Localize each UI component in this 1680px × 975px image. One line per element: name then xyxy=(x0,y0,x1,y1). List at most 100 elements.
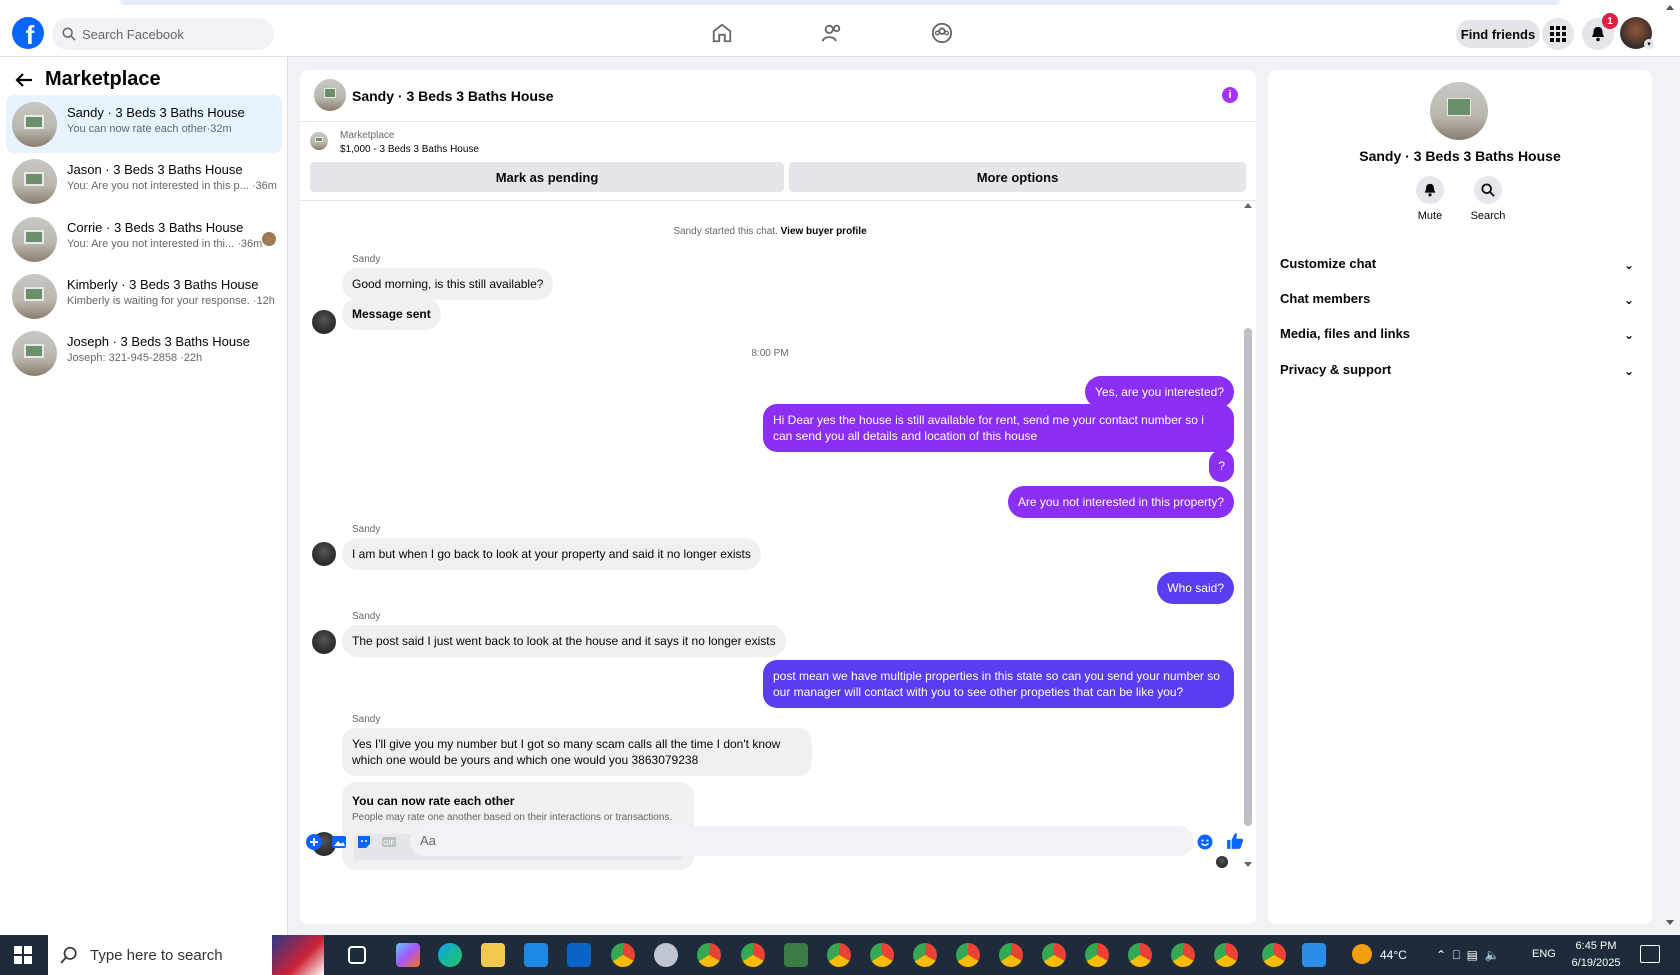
media-files-links-row[interactable]: Media, files and links ⌄ xyxy=(1280,326,1640,352)
windows-start-icon[interactable] xyxy=(14,946,32,964)
home-icon[interactable] xyxy=(710,22,734,44)
message-outgoing[interactable]: Hi Dear yes the house is still available… xyxy=(763,404,1234,452)
system-tray-icons[interactable]: ⌃ ⎕ ▤ 🔈 xyxy=(1436,948,1500,963)
chrome-icon[interactable] xyxy=(956,943,980,967)
mark-pending-button[interactable]: Mark as pending xyxy=(310,162,784,192)
message-composer[interactable] xyxy=(410,826,1194,856)
conversation-preview: You: Are you not interested in thi... ·3… xyxy=(67,238,263,250)
sender-avatar[interactable] xyxy=(312,630,336,654)
language-indicator[interactable]: ENG xyxy=(1532,948,1556,960)
chat-avatar[interactable] xyxy=(314,79,346,111)
chrome-icon[interactable] xyxy=(999,943,1023,967)
photo-icon[interactable] xyxy=(331,834,347,850)
messages-divider xyxy=(300,200,1256,201)
spreadsheet-icon[interactable] xyxy=(784,943,808,967)
conversation-name: Corrie · 3 Beds 3 Baths House xyxy=(67,220,244,235)
outlook-icon[interactable] xyxy=(567,943,591,967)
conversation-item-jason[interactable]: Jason · 3 Beds 3 Baths House You: Are yo… xyxy=(6,152,282,210)
thumbs-up-icon[interactable] xyxy=(1226,832,1244,850)
message-incoming[interactable]: Message sent xyxy=(342,298,441,330)
conversation-name: Jason · 3 Beds 3 Baths House xyxy=(67,162,243,177)
message-outgoing[interactable]: Who said? xyxy=(1157,572,1234,604)
more-options-button[interactable]: More options xyxy=(789,162,1246,192)
app-icon[interactable] xyxy=(654,943,678,967)
sticker-icon[interactable] xyxy=(356,834,372,850)
chrome-icon[interactable] xyxy=(1128,943,1152,967)
read-receipt-avatar xyxy=(1216,856,1228,868)
back-arrow-icon[interactable] xyxy=(14,70,36,92)
notification-center-icon[interactable] xyxy=(1640,945,1660,963)
conversation-item-sandy[interactable]: Sandy · 3 Beds 3 Baths House You can now… xyxy=(6,95,282,153)
page-scrollbar[interactable] xyxy=(1660,0,1680,935)
search-icon xyxy=(60,946,77,964)
message-incoming[interactable]: Yes I'll give you my number but I got so… xyxy=(342,728,812,776)
search-icon xyxy=(1474,176,1502,204)
sender-name: Sandy xyxy=(352,254,381,265)
chrome-icon[interactable] xyxy=(611,943,635,967)
facebook-logo-icon[interactable]: f xyxy=(12,17,44,49)
chat-scrollbar-thumb[interactable] xyxy=(1244,328,1252,826)
chrome-icon[interactable] xyxy=(1214,943,1238,967)
microsoft-store-icon[interactable] xyxy=(524,943,548,967)
message-incoming[interactable]: Good morning, is this still available? xyxy=(342,268,554,300)
weather-icon[interactable] xyxy=(1352,944,1372,964)
chrome-icon[interactable] xyxy=(827,943,851,967)
search-highlight-image[interactable] xyxy=(272,935,324,975)
chrome-icon[interactable] xyxy=(1085,943,1109,967)
chevron-down-icon: ⌄ xyxy=(1623,364,1634,378)
message-outgoing[interactable]: ? xyxy=(1209,450,1234,482)
chrome-icon[interactable] xyxy=(1042,943,1066,967)
customize-chat-row[interactable]: Customize chat ⌄ xyxy=(1280,256,1640,282)
emoji-icon[interactable] xyxy=(1197,834,1213,850)
search-chat-button[interactable]: Search xyxy=(1458,176,1518,222)
groups-icon[interactable] xyxy=(930,22,954,44)
chrome-icon[interactable] xyxy=(741,943,765,967)
search-input[interactable] xyxy=(82,26,262,42)
chevron-down-icon[interactable]: ▾ xyxy=(1644,39,1654,49)
sender-avatar[interactable] xyxy=(312,542,336,566)
friends-icon[interactable] xyxy=(820,22,844,44)
chrome-icon[interactable] xyxy=(870,943,894,967)
chat-members-row[interactable]: Chat members ⌄ xyxy=(1280,291,1640,317)
info-icon[interactable]: i xyxy=(1222,87,1238,103)
privacy-support-row[interactable]: Privacy & support ⌄ xyxy=(1280,362,1640,388)
taskbar-search[interactable]: Type here to search xyxy=(48,935,272,975)
mute-button[interactable]: Mute xyxy=(1400,176,1460,222)
view-buyer-profile-link[interactable]: View buyer profile xyxy=(781,226,867,237)
message-incoming[interactable]: The post said I just went back to look a… xyxy=(342,625,786,657)
sender-avatar[interactable] xyxy=(312,310,336,334)
app-icon[interactable] xyxy=(1302,943,1326,967)
conversation-item-joseph[interactable]: Joseph · 3 Beds 3 Baths House Joseph: 32… xyxy=(6,324,282,382)
chat-title[interactable]: Sandy · 3 Beds 3 Baths House xyxy=(352,88,554,104)
chat-details-panel: Sandy · 3 Beds 3 Baths House Mute Search… xyxy=(1268,70,1652,924)
gif-icon[interactable]: GIF xyxy=(381,834,397,850)
listing-price[interactable]: $1,000 - 3 Beds 3 Baths House xyxy=(340,144,479,155)
chat-started-text: Sandy started this chat. xyxy=(673,226,778,237)
search-bar[interactable] xyxy=(52,18,274,50)
edge-icon[interactable] xyxy=(438,943,462,967)
message-incoming[interactable]: I am but when I go back to look at your … xyxy=(342,538,761,570)
sidebar-title: Marketplace xyxy=(45,68,161,90)
listing-thumbnail xyxy=(12,217,57,262)
conversation-item-kimberly[interactable]: Kimberly · 3 Beds 3 Baths House Kimberly… xyxy=(6,267,282,325)
copilot-icon[interactable] xyxy=(396,943,420,967)
chrome-icon[interactable] xyxy=(697,943,721,967)
message-outgoing[interactable]: post mean we have multiple properties in… xyxy=(763,660,1234,708)
rate-card-title: You can now rate each other xyxy=(352,794,515,808)
task-view-icon[interactable] xyxy=(348,946,366,964)
menu-button[interactable] xyxy=(1542,18,1574,50)
weather-temperature[interactable]: 44°C xyxy=(1380,948,1407,962)
file-explorer-icon[interactable] xyxy=(481,943,505,967)
chrome-icon-active[interactable] xyxy=(1262,943,1286,967)
chevron-down-icon: ⌄ xyxy=(1623,293,1634,307)
chrome-icon[interactable] xyxy=(913,943,937,967)
details-avatar[interactable] xyxy=(1430,82,1488,140)
conversation-item-corrie[interactable]: Corrie · 3 Beds 3 Baths House You: Are y… xyxy=(6,210,282,268)
taskbar-clock[interactable]: 6:45 PM 6/19/2025 xyxy=(1568,938,1624,972)
find-friends-button[interactable]: Find friends xyxy=(1456,20,1540,48)
plus-circle-icon[interactable] xyxy=(306,834,322,850)
message-input[interactable] xyxy=(420,833,1120,848)
conversation-name: Kimberly · 3 Beds 3 Baths House xyxy=(67,277,259,292)
message-outgoing[interactable]: Are you not interested in this property? xyxy=(1007,486,1234,518)
chrome-icon[interactable] xyxy=(1171,943,1195,967)
